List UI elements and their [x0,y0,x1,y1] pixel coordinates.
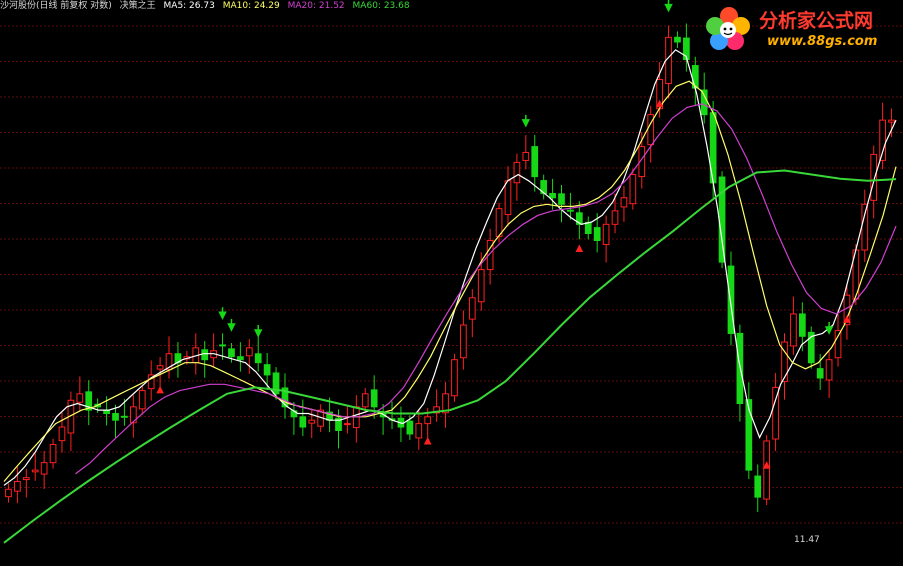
candle-body [370,389,378,408]
candle-body [103,410,110,414]
candle-body [5,488,12,498]
candle-body [361,393,369,408]
candle-body [602,223,610,245]
candle-body [620,197,628,208]
candle-body [861,203,869,251]
indicator-name: 决策之王 [119,1,156,11]
candle-body [700,89,708,116]
sell-arrow-icon [521,114,531,128]
candle-body [798,313,806,337]
candle-body [121,415,128,418]
candle-body [58,426,66,442]
candle-body [245,347,253,357]
candle-body [460,324,467,359]
candle-body [254,353,262,364]
buy-arrow-icon [423,436,432,445]
candle-body [584,221,592,235]
candle-body [138,390,146,410]
candle-body [754,475,762,498]
candle-body [406,420,414,435]
candle-body [567,209,574,212]
candle-body [629,174,637,205]
candle-body [40,462,48,475]
ma10-readout: MA10: 24.29 [222,1,280,11]
candle-body [558,193,565,205]
candle-body [790,313,797,347]
ma5-readout: MA5: 26.73 [163,1,215,11]
candle-body [513,161,521,184]
candle-body [593,227,601,242]
candle-body [879,119,886,161]
chart-header: 沙河股份(日线 前复权 对数) 决策之王 MA5: 26.73 MA10: 24… [0,0,415,12]
stock-title: 沙河股份(日线 前复权 对数) [0,1,112,11]
buy-arrow-icon [156,385,164,394]
candle-body [31,469,39,473]
ma20-readout: MA20: 21.52 [287,1,345,11]
sell-arrow-icon [664,0,673,13]
candle-body [22,477,30,481]
candle-body [834,330,842,359]
sell-arrow-icon [254,325,263,338]
candle-body [14,481,21,492]
moving-averages [3,49,897,544]
ma-line-ma5 [3,49,897,486]
candle-body [156,365,164,370]
candle-body [415,423,423,439]
candle-body [263,364,271,376]
ma60-readout: MA60: 23.68 [352,1,410,11]
candle-body [299,416,307,428]
candle-body [825,359,833,381]
candle-body [451,359,458,397]
candle-body [888,119,895,123]
candle-body [237,356,244,361]
site-url: www.88gs.com [767,34,878,49]
candle-body [424,416,432,425]
candle-body [816,368,824,379]
candle-body [522,151,530,161]
candle-body [468,297,476,320]
candle-body [49,444,57,464]
candlestick-chart [0,0,903,544]
sell-arrow-icon [824,322,834,335]
buy-arrow-icon [575,244,584,253]
sell-arrow-icon [227,319,236,332]
ma-line-ma10 [3,80,897,482]
ma-line-ma60 [3,169,897,544]
candle-body [228,348,235,358]
site-watermark: 分析家公式网 www.88gs.com [701,4,897,54]
candle-body [549,192,556,199]
flower-logo-icon [706,7,750,50]
lowest-price-label: 11.47 [794,535,820,545]
candle-body [611,210,619,225]
candle-body [674,36,681,43]
candle-body [763,440,771,500]
sell-arrow-icon [218,307,227,320]
candle-body [531,146,539,178]
candle-body [477,269,485,303]
candle-body [870,153,878,201]
candle-body [344,423,351,426]
candle-body [219,344,226,347]
candle-body [308,419,316,424]
site-name: 分析家公式网 [759,10,874,32]
candle-body [112,412,119,421]
candle-body [201,349,209,361]
candle-body [504,180,512,216]
candle-body [76,393,84,403]
